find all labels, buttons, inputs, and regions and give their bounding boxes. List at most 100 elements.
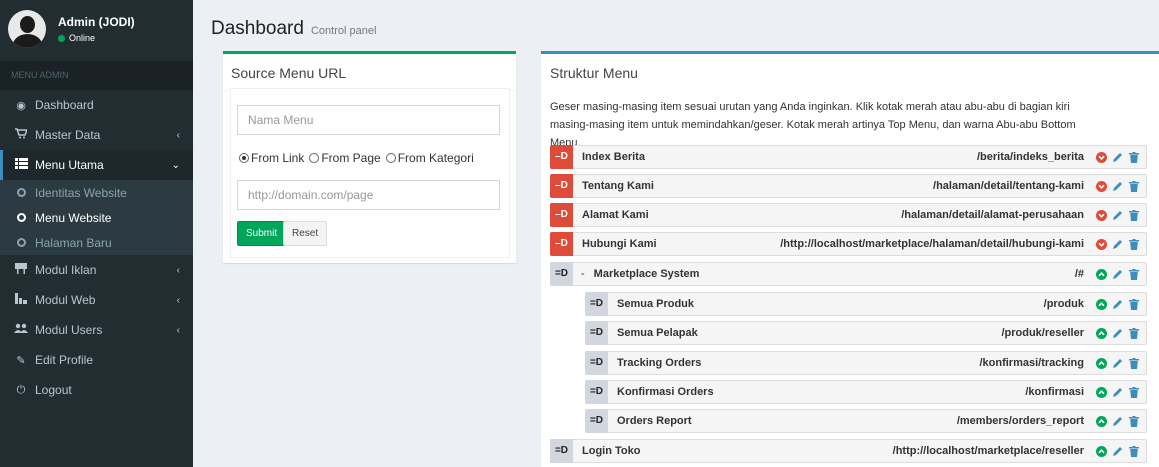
move-up-icon[interactable] [1095, 415, 1108, 428]
circle-icon [17, 213, 26, 222]
page-title: Dashboard [211, 18, 304, 39]
drag-handle[interactable]: –D [550, 231, 573, 256]
menu-item-row[interactable]: =D Semua Pelapak/produk/reseller [585, 320, 1147, 345]
row-actions [1092, 386, 1140, 399]
drag-handle[interactable]: –D [550, 202, 573, 227]
drag-handle[interactable]: =D [585, 379, 608, 404]
menu-item-row[interactable]: =D Orders Report/members/orders_report [585, 408, 1147, 433]
sidebar-item-modul-users[interactable]: Modul Users ‹ [0, 315, 193, 345]
menu-item-row[interactable]: =D Tracking Orders/konfirmasi/tracking [585, 350, 1147, 375]
menu-header: MENU ADMIN [0, 61, 193, 90]
reset-button[interactable]: Reset [283, 221, 328, 246]
trash-icon[interactable] [1127, 386, 1140, 399]
move-up-icon[interactable] [1095, 357, 1108, 370]
menu-item-label: Marketplace System [593, 268, 700, 280]
user-name: Admin (JODI) [58, 15, 135, 29]
pencil-icon[interactable] [1111, 386, 1124, 399]
drag-handle[interactable]: =D [585, 350, 608, 375]
pencil-icon[interactable] [1111, 180, 1124, 193]
menu-item-label: Hubungi Kami [582, 238, 657, 250]
submit-button[interactable]: Submit [237, 221, 287, 246]
move-up-icon[interactable] [1095, 445, 1108, 458]
trash-icon[interactable] [1127, 151, 1140, 164]
move-down-icon[interactable] [1095, 209, 1108, 222]
trash-icon[interactable] [1127, 327, 1140, 340]
drag-handle[interactable]: =D [585, 320, 608, 345]
sidebar-item-menu-utama[interactable]: Menu Utama ⌄ [0, 150, 193, 180]
drag-handle[interactable]: –D [550, 173, 573, 198]
menu-item-label: Konfirmasi Orders [617, 386, 714, 398]
radio-from-page[interactable] [309, 153, 320, 163]
row-actions [1092, 268, 1140, 281]
online-dot-icon [58, 34, 65, 42]
pencil-icon[interactable] [1111, 209, 1124, 222]
row-actions [1092, 415, 1140, 428]
trash-icon[interactable] [1127, 209, 1140, 222]
sidebar-item-dashboard[interactable]: ◉ Dashboard [0, 90, 193, 120]
sidebar-item-logout[interactable]: ⏻ Logout [0, 375, 193, 405]
submenu-item-identitas-website[interactable]: Identitas Website [0, 180, 193, 205]
menu-item-row[interactable]: –D Index Berita/berita/indeks_berita [550, 144, 1147, 169]
menu-item-url: /# [1074, 268, 1084, 280]
source-radio-group: From Link From Page From Kategori [239, 151, 479, 165]
move-up-icon[interactable] [1095, 386, 1108, 399]
row-actions [1092, 209, 1140, 222]
pencil-icon[interactable] [1111, 268, 1124, 281]
submenu-item-menu-website[interactable]: Menu Website [0, 205, 193, 230]
submenu-item-halaman-baru[interactable]: Halaman Baru [0, 230, 193, 255]
pencil-icon[interactable] [1111, 238, 1124, 251]
menu-item-row[interactable]: –D Tentang Kami/halaman/detail/tentang-ka… [550, 173, 1147, 198]
menu-item-label: Orders Report [617, 415, 692, 427]
trash-icon[interactable] [1127, 268, 1140, 281]
row-actions [1092, 357, 1140, 370]
source-menu-title: Source Menu URL [223, 54, 516, 91]
menu-item-row[interactable]: =D Login Toko/http://localhost/marketplac… [550, 438, 1147, 463]
ad-icon [13, 263, 29, 277]
move-down-icon[interactable] [1095, 180, 1108, 193]
users-icon [13, 323, 29, 337]
menu-item-row[interactable]: =D - Marketplace System /# [550, 261, 1147, 286]
content-header: Dashboard Control panel [211, 18, 376, 40]
drag-handle[interactable]: –D [550, 144, 573, 169]
trash-icon[interactable] [1127, 238, 1140, 251]
link-url-input[interactable]: http://domain.com/page [237, 180, 500, 210]
drag-handle[interactable]: =D [585, 291, 608, 316]
pencil-icon[interactable] [1111, 357, 1124, 370]
pencil-icon[interactable] [1111, 298, 1124, 311]
pencil-icon[interactable] [1111, 327, 1124, 340]
move-up-icon[interactable] [1095, 327, 1108, 340]
sidebar-item-modul-iklan[interactable]: Modul Iklan ‹ [0, 255, 193, 285]
radio-from-kategori[interactable] [385, 153, 396, 163]
menu-item-url: /konfirmasi [1025, 386, 1084, 398]
menu-item-row[interactable]: –D Hubungi Kami/http://localhost/marketpl… [550, 231, 1147, 256]
trash-icon[interactable] [1127, 298, 1140, 311]
move-down-icon[interactable] [1095, 238, 1108, 251]
row-actions [1092, 445, 1140, 458]
collapse-toggle[interactable]: - [581, 268, 585, 280]
move-up-icon[interactable] [1095, 298, 1108, 311]
struktur-description: Geser masing-masing item sesuai urutan y… [550, 101, 1076, 149]
menu-item-row[interactable]: =D Konfirmasi Orders/konfirmasi [585, 379, 1147, 404]
menu-item-row[interactable]: =D Semua Produk/produk [585, 291, 1147, 316]
move-up-icon[interactable] [1095, 268, 1108, 281]
sidebar-item-modul-web[interactable]: Modul Web ‹ [0, 285, 193, 315]
radio-from-link[interactable] [239, 153, 249, 163]
menu-item-row[interactable]: –D Alamat Kami/halaman/detail/alamat-peru… [550, 202, 1147, 227]
pencil-icon[interactable] [1111, 151, 1124, 164]
trash-icon[interactable] [1127, 357, 1140, 370]
pencil-icon[interactable] [1111, 415, 1124, 428]
menu-item-url: /konfirmasi/tracking [979, 357, 1084, 369]
menu-item-url: /members/orders_report [956, 415, 1084, 427]
sidebar-item-master-data[interactable]: Master Data ‹ [0, 120, 193, 150]
drag-handle[interactable]: =D [550, 438, 573, 463]
trash-icon[interactable] [1127, 415, 1140, 428]
sidebar-item-edit-profile[interactable]: ✎ Edit Profile [0, 345, 193, 375]
move-down-icon[interactable] [1095, 151, 1108, 164]
drag-handle[interactable]: =D [585, 408, 608, 433]
trash-icon[interactable] [1127, 445, 1140, 458]
pencil-icon[interactable] [1111, 445, 1124, 458]
circle-icon [17, 188, 26, 197]
menu-name-input[interactable]: Nama Menu [237, 105, 500, 135]
drag-handle[interactable]: =D [550, 261, 573, 286]
trash-icon[interactable] [1127, 180, 1140, 193]
